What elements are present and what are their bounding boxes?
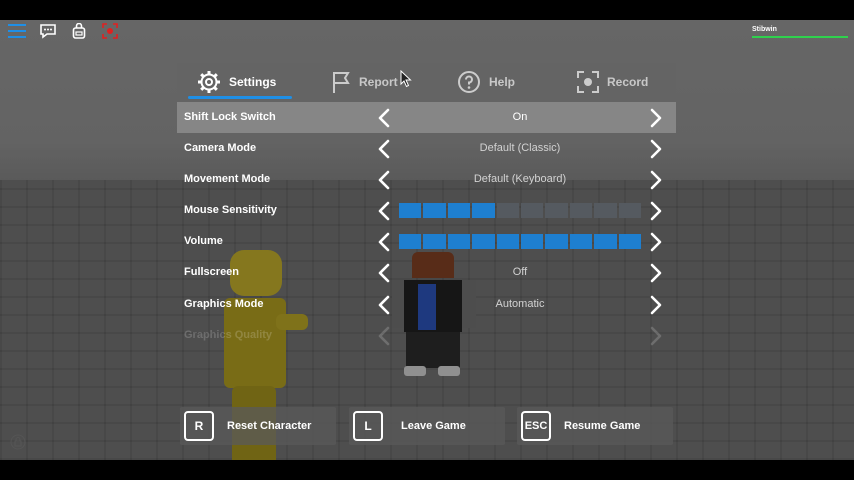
letterbox-top [0,0,854,20]
record-icon[interactable] [99,20,121,42]
setting-label-mouse-sensitivity: Mouse Sensitivity [184,204,277,216]
slider-segment[interactable] [472,203,495,218]
tab-help[interactable]: Help [457,63,515,101]
setting-label-camera-mode: Camera Mode [184,142,257,154]
gear-icon [198,71,220,93]
chevron-left-icon[interactable] [375,295,395,315]
setting-label-volume: Volume [184,235,223,247]
tab-settings-label: Settings [229,75,277,89]
resume-game-button[interactable]: ESC Resume Game [517,407,673,445]
slider-segment[interactable] [447,234,471,249]
setting-label-movement-mode: Movement Mode [184,173,271,185]
chevron-right-icon[interactable] [645,232,665,252]
chevron-right-icon[interactable] [645,139,665,159]
mouse-lock-icon[interactable] [10,434,26,450]
slider-segment[interactable] [399,234,422,249]
setting-value-camera-mode: Default (Classic) [479,142,561,154]
chevron-left-icon[interactable] [375,201,395,221]
setting-row-graphics-mode[interactable]: Graphics Mode Automatic [177,289,676,320]
slider-mouse-sensitivity[interactable] [399,203,642,218]
slider-segment[interactable] [521,234,544,249]
chevron-left-icon[interactable] [375,326,395,346]
chevron-right-icon[interactable] [645,295,665,315]
reset-character-button[interactable]: R Reset Character [180,407,336,445]
setting-row-mouse-sensitivity[interactable]: Mouse Sensitivity [177,195,676,226]
reset-character-label: Reset Character [227,420,312,432]
key-hint-l: L [353,411,383,441]
chevron-left-icon[interactable] [375,170,395,190]
slider-segment[interactable] [399,203,422,218]
chevron-right-icon[interactable] [645,201,665,221]
letterbox-bottom [0,460,854,480]
setting-row-movement-mode[interactable]: Movement Mode Default (Keyboard) [177,164,676,195]
leave-game-button[interactable]: L Leave Game [349,407,505,445]
slider-segment[interactable] [423,234,446,249]
backpack-icon[interactable] [68,20,90,42]
slider-segment[interactable] [496,234,520,249]
setting-label-fullscreen: Fullscreen [184,266,240,278]
setting-value-shift-lock-switch: On [512,111,528,123]
chevron-left-icon[interactable] [375,263,395,283]
tab-report[interactable]: Report [331,63,398,101]
key-hint-r: R [184,411,214,441]
tab-help-label: Help [489,75,516,89]
setting-row-fullscreen[interactable]: Fullscreen Off [177,257,676,288]
hamburger-menu-icon[interactable] [6,20,28,42]
setting-row-volume[interactable]: Volume [177,226,676,257]
slider-segment[interactable] [569,234,593,249]
player-health-bar [752,36,848,38]
chevron-right-icon[interactable] [645,170,665,190]
slider-segment[interactable] [594,203,617,218]
setting-value-movement-mode: Default (Keyboard) [473,173,567,185]
setting-label-shift-lock-switch: Shift Lock Switch [184,111,276,123]
slider-segment[interactable] [423,203,446,218]
chevron-left-icon[interactable] [375,139,395,159]
slider-segment[interactable] [472,234,495,249]
active-tab-indicator [188,96,292,99]
setting-value-fullscreen: Off [512,266,528,278]
setting-row-camera-mode[interactable]: Camera Mode Default (Classic) [177,133,676,164]
setting-label-graphics-quality: Graphics Quality [184,329,273,341]
chat-icon[interactable] [37,20,59,42]
slider-segment[interactable] [521,203,544,218]
settings-tab-bar: Settings Report Help Record [177,63,676,101]
chevron-left-icon[interactable] [375,108,395,128]
chevron-right-icon[interactable] [645,326,665,346]
slider-segment[interactable] [618,234,642,249]
setting-label-graphics-mode: Graphics Mode [184,298,264,310]
player-list-name[interactable]: Stibwin [752,26,777,33]
chevron-right-icon[interactable] [645,108,665,128]
chevron-left-icon[interactable] [375,232,395,252]
slider-segment[interactable] [594,234,617,249]
setting-row-shift-lock-switch[interactable]: Shift Lock Switch On [177,102,676,133]
slider-segment[interactable] [496,203,520,218]
slider-volume[interactable] [399,234,642,249]
slider-segment[interactable] [545,234,568,249]
flag-icon [333,72,350,93]
chevron-right-icon[interactable] [645,263,665,283]
tab-report-label: Report [359,75,398,89]
setting-value-graphics-mode: Automatic [495,298,545,310]
setting-row-graphics-quality[interactable]: Graphics Quality [177,320,676,351]
record-icon [577,71,599,93]
leave-game-label: Leave Game [401,420,466,432]
slider-segment[interactable] [569,203,593,218]
slider-segment[interactable] [545,203,568,218]
question-icon [458,71,480,93]
key-hint-esc: ESC [521,411,551,441]
slider-segment[interactable] [447,203,471,218]
tab-record[interactable]: Record [577,63,648,101]
resume-game-label: Resume Game [564,420,641,432]
tab-record-label: Record [607,75,649,89]
slider-segment[interactable] [618,203,642,218]
mouse-cursor-icon [400,69,412,88]
